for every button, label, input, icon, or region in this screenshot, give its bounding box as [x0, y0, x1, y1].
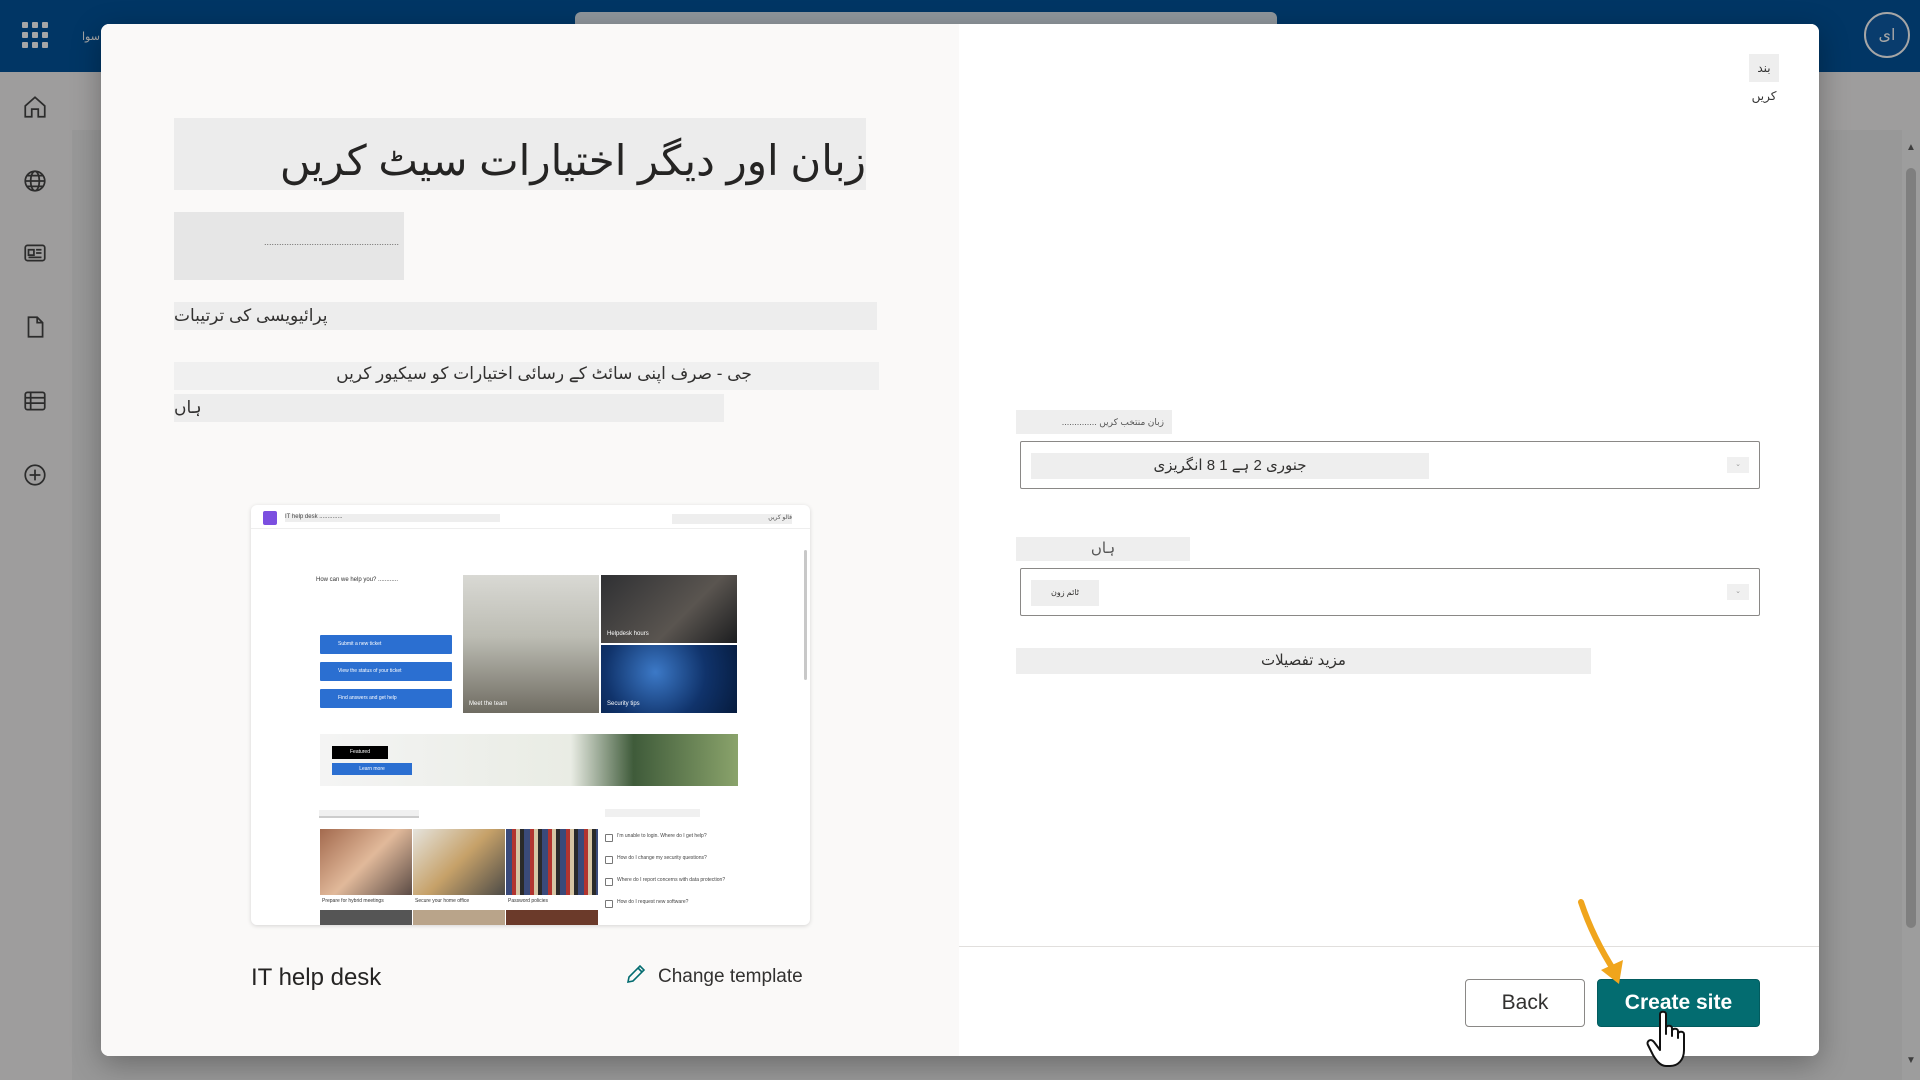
back-button[interactable]: Back — [1465, 979, 1585, 1027]
dialog-right-pane: بند کریں زبان منتخب کریں .............. … — [959, 24, 1819, 1056]
preview-image-team: Meet the team — [463, 575, 599, 713]
preview-banner: Featured Learn more — [320, 734, 738, 786]
change-template-link[interactable]: Change template — [624, 962, 803, 992]
time-zone-dropdown[interactable]: ٹائم زون ⌄ — [1020, 568, 1760, 616]
preview-image-hours: Helpdesk hours — [601, 575, 737, 643]
preview-faq-item: How do I request new software? — [605, 899, 688, 908]
preview-button: View the status of your ticket — [320, 662, 452, 681]
preview-news-tile — [320, 910, 412, 925]
preview-news-tile — [413, 829, 505, 895]
language-value: جنوری 2 ہے 1 8 انگریزی — [1031, 453, 1429, 479]
time-zone-value: ٹائم زون — [1031, 580, 1099, 606]
description-line-1: پرائیویسی کی ترتیبات — [174, 302, 877, 330]
preview-button: Submit a new ticket — [320, 635, 452, 654]
dialog-subtitle: ........................................… — [263, 237, 399, 247]
annotation-arrow-icon — [1575, 898, 1635, 993]
pencil-icon — [624, 962, 648, 992]
dialog-title: زبان اور دیگر اختیارات سیٹ کریں — [279, 137, 866, 184]
preview-news-tile — [320, 829, 412, 895]
dialog-left-pane: زبان اور دیگر اختیارات سیٹ کریں ........… — [101, 24, 959, 1056]
preview-banner-button: Learn more — [332, 763, 412, 775]
preview-faq-item: Where do I report concerns with data pro… — [605, 877, 725, 886]
chevron-down-icon: ⌄ — [1727, 457, 1749, 473]
preview-faq-heading — [605, 809, 700, 817]
preview-image-security: Security tips — [601, 645, 737, 713]
hand-cursor-icon — [1646, 1010, 1692, 1073]
time-zone-label: ہاں — [1016, 537, 1190, 561]
close-button[interactable]: بند کریں — [1749, 54, 1779, 103]
preview-banner-tag: Featured — [332, 746, 388, 759]
template-preview: IT help desk .............. فالو کریں Ho… — [251, 505, 810, 925]
preview-news-tile — [506, 829, 598, 895]
description-line-3: ہاں — [174, 394, 724, 422]
helper-text: مزید تفصیلات — [1016, 648, 1591, 674]
preview-faq-item: I'm unable to login. Where do I get help… — [605, 833, 707, 842]
template-name: IT help desk — [251, 964, 382, 991]
preview-hero-text: How can we help you? ............ — [316, 577, 399, 583]
preview-faq-item: How do I change my security questions? — [605, 855, 707, 864]
language-dropdown[interactable]: جنوری 2 ہے 1 8 انگریزی ⌄ — [1020, 441, 1760, 489]
preview-news-caption: Password policies — [508, 898, 549, 904]
chevron-down-icon: ⌄ — [1727, 584, 1749, 600]
preview-news-tile — [413, 910, 505, 925]
description-line-2: جی - صرف اپنی سائٹ کے رسائی اختیارات کو … — [336, 364, 752, 383]
preview-header: IT help desk .............. فالو کریں — [251, 505, 810, 529]
preview-button: Find answers and get help — [320, 689, 452, 708]
preview-news-tile — [506, 910, 598, 925]
change-template-label: Change template — [658, 966, 803, 987]
footer-divider — [959, 946, 1819, 947]
preview-follow: فالو کریں — [672, 514, 792, 524]
preview-news-heading — [319, 810, 419, 818]
preview-site-logo — [263, 511, 277, 525]
preview-site-name: IT help desk .............. — [285, 514, 500, 522]
preview-scrollbar — [804, 550, 807, 680]
language-label: زبان منتخب کریں .............. — [1016, 410, 1172, 434]
preview-news-caption: Prepare for hybrid meetings — [322, 898, 384, 904]
create-site-dialog: زبان اور دیگر اختیارات سیٹ کریں ........… — [101, 24, 1819, 1056]
preview-news-caption: Secure your home office — [415, 898, 470, 904]
